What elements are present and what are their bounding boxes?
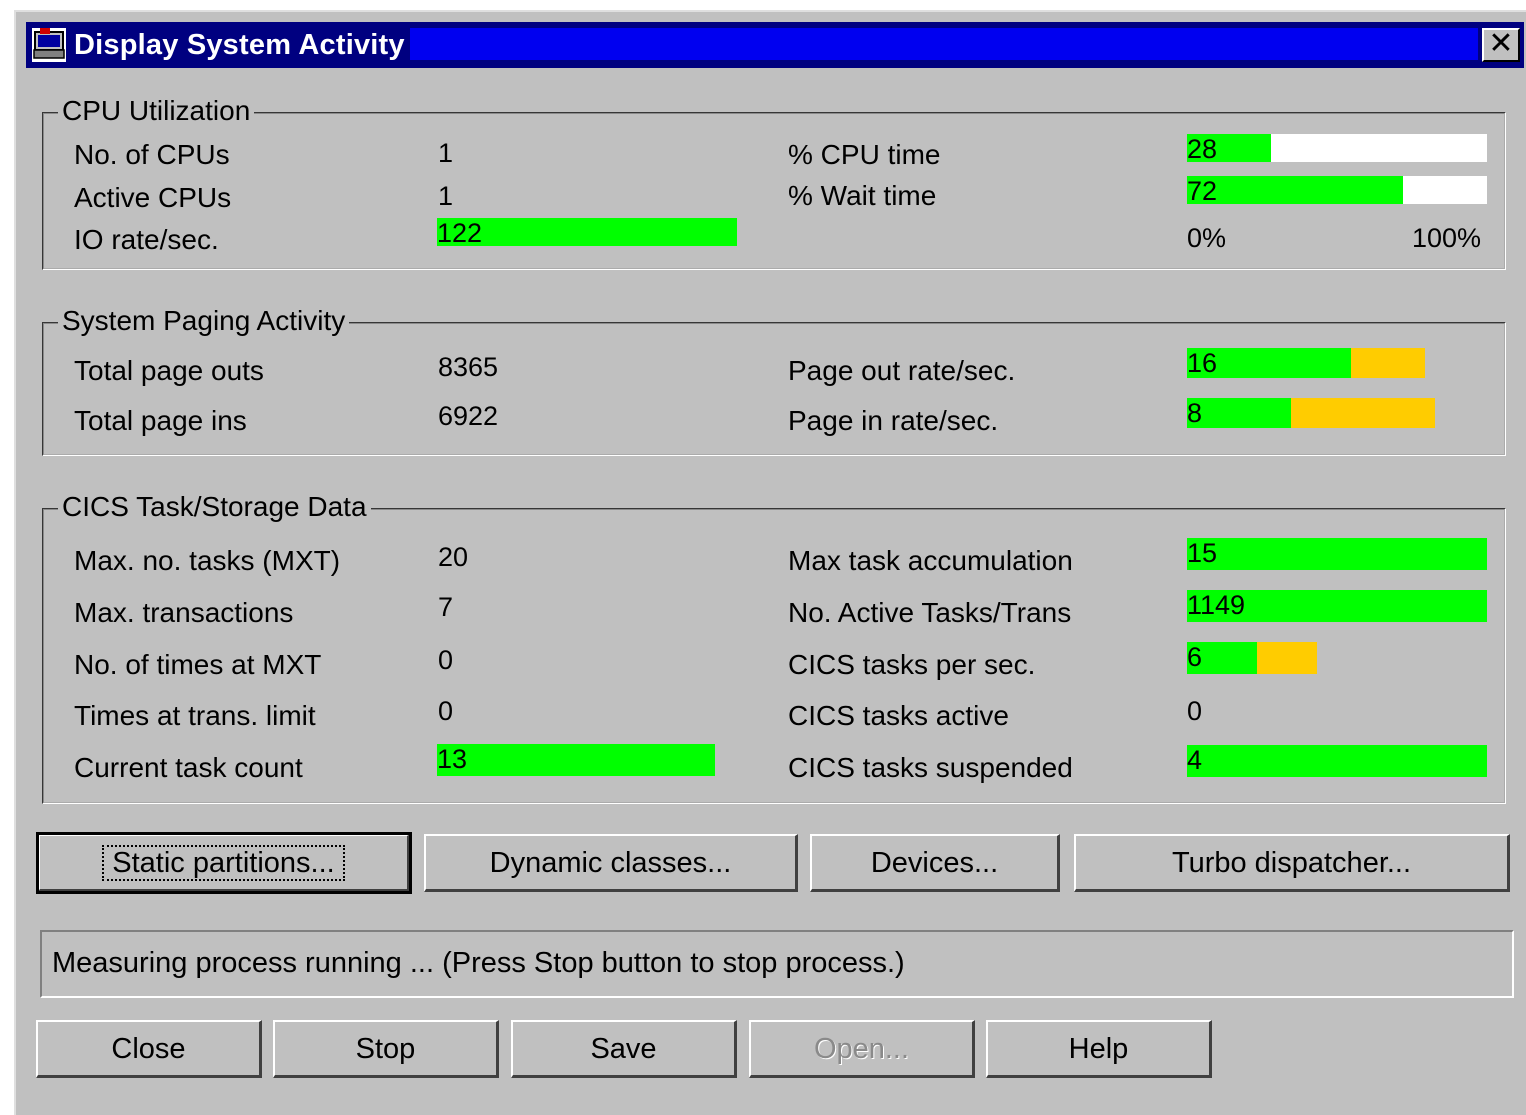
total-page-ins-value: 6922 xyxy=(438,401,499,431)
active-tasks-trans-value: 1149 xyxy=(1187,590,1246,620)
cics-tasks-active-value: 0 xyxy=(1187,696,1203,726)
wait-time-bar: 72 xyxy=(1187,176,1487,206)
system-paging-title: System Paging Activity xyxy=(58,304,350,338)
total-page-ins-label: Total page ins xyxy=(74,405,247,436)
cpu-time-value: 28 xyxy=(1187,134,1218,164)
cics-task-storage-group: CICS Task/Storage Data Max. no. tasks (M… xyxy=(42,490,1506,804)
max-task-accumulation-label: Max task accumulation xyxy=(788,545,1073,576)
total-page-outs-label: Total page outs xyxy=(74,355,264,386)
page-in-rate-label: Page in rate/sec. xyxy=(788,405,999,436)
page-out-rate-bar: 16 xyxy=(1187,348,1425,378)
dynamic-classes-button[interactable]: Dynamic classes... xyxy=(424,834,798,892)
devices-button[interactable]: Devices... xyxy=(810,834,1060,892)
cpu-time-bar: 28 xyxy=(1187,134,1487,164)
page-out-rate-value: 16 xyxy=(1187,348,1218,378)
cics-tasks-suspended-value: 4 xyxy=(1187,745,1203,775)
no-cpus-label: No. of CPUs xyxy=(74,139,230,170)
current-task-count-label: Current task count xyxy=(74,752,303,783)
app-icon[interactable] xyxy=(32,28,66,62)
scale-max-label: 100% xyxy=(1412,223,1482,253)
active-cpus-label: Active CPUs xyxy=(74,182,232,213)
open-button[interactable]: Open... xyxy=(749,1020,975,1078)
max-task-accumulation-value: 15 xyxy=(1187,538,1218,568)
current-task-count-bar: 13 xyxy=(437,744,715,776)
total-page-outs-value: 8365 xyxy=(438,352,499,382)
wait-time-fill xyxy=(1187,176,1403,204)
max-tasks-value: 20 xyxy=(438,542,469,572)
cics-tasks-suspended-bar: 4 xyxy=(1187,745,1487,777)
max-tasks-label: Max. no. tasks (MXT) xyxy=(74,545,341,576)
max-transactions-value: 7 xyxy=(438,592,454,622)
dynamic-classes-button-label: Dynamic classes... xyxy=(489,846,732,879)
help-button[interactable]: Help xyxy=(986,1020,1212,1078)
save-button-label: Save xyxy=(590,1032,657,1065)
stop-button[interactable]: Stop xyxy=(273,1020,499,1078)
page-out-rate-label: Page out rate/sec. xyxy=(788,355,1016,386)
stop-button-label: Stop xyxy=(355,1032,416,1065)
cpu-time-label: % CPU time xyxy=(788,139,941,170)
cpu-utilization-group: CPU Utilization No. of CPUs 1 Active CPU… xyxy=(42,94,1506,270)
title-bar-highlight xyxy=(410,28,1478,60)
status-message: Measuring process running ... (Press Sto… xyxy=(40,930,1514,998)
times-at-mxt-label: No. of times at MXT xyxy=(74,649,322,680)
max-task-accumulation-fill xyxy=(1187,538,1487,570)
active-cpus-value: 1 xyxy=(438,181,454,211)
current-task-count-fill xyxy=(437,744,715,776)
cics-tasks-per-sec-value: 6 xyxy=(1187,642,1203,672)
page-in-rate-bar: 8 xyxy=(1187,398,1435,428)
close-button-label: Close xyxy=(111,1032,186,1065)
cics-tasks-suspended-label: CICS tasks suspended xyxy=(788,752,1073,783)
io-rate-value: 122 xyxy=(437,218,483,248)
page-in-rate-fill xyxy=(1187,398,1292,428)
turbo-dispatcher-button[interactable]: Turbo dispatcher... xyxy=(1074,834,1510,892)
help-button-label: Help xyxy=(1068,1032,1129,1065)
cics-tasks-suspended-fill xyxy=(1187,745,1487,777)
display-system-activity-window: Display System Activity ✕ CPU Utilizatio… xyxy=(14,10,1526,1115)
title-bar[interactable]: Display System Activity ✕ xyxy=(26,22,1524,68)
page-in-rate-value: 8 xyxy=(1187,398,1203,428)
close-button[interactable]: Close xyxy=(36,1020,262,1078)
wait-time-value: 72 xyxy=(1187,176,1218,206)
max-task-accumulation-bar: 15 xyxy=(1187,538,1487,570)
cics-tasks-active-label: CICS tasks active xyxy=(788,700,1009,731)
save-button[interactable]: Save xyxy=(511,1020,737,1078)
cpu-utilization-title: CPU Utilization xyxy=(58,94,255,128)
open-button-label: Open... xyxy=(813,1032,910,1065)
cics-tasks-per-sec-label: CICS tasks per sec. xyxy=(788,649,1036,680)
times-at-trans-limit-label: Times at trans. limit xyxy=(74,700,316,731)
static-partitions-button-label: Static partitions... xyxy=(102,844,345,881)
io-rate-label: IO rate/sec. xyxy=(74,224,219,255)
times-at-mxt-value: 0 xyxy=(438,645,454,675)
active-tasks-trans-label: No. Active Tasks/Trans xyxy=(788,597,1072,628)
max-transactions-label: Max. transactions xyxy=(74,597,294,628)
cics-task-storage-title: CICS Task/Storage Data xyxy=(58,490,371,524)
current-task-count-value: 13 xyxy=(437,744,468,774)
devices-button-label: Devices... xyxy=(870,846,999,879)
turbo-dispatcher-button-label: Turbo dispatcher... xyxy=(1171,846,1412,879)
no-cpus-value: 1 xyxy=(438,138,454,168)
times-at-trans-limit-value: 0 xyxy=(438,696,454,726)
scale-min-label: 0% xyxy=(1187,223,1227,253)
io-rate-bar: 122 xyxy=(437,218,737,248)
wait-time-label: % Wait time xyxy=(788,180,937,211)
close-window-icon[interactable]: ✕ xyxy=(1482,28,1520,62)
static-partitions-button[interactable]: Static partitions... xyxy=(36,832,412,894)
cics-tasks-per-sec-bar: 6 xyxy=(1187,642,1317,674)
system-paging-group: System Paging Activity Total page outs 8… xyxy=(42,304,1506,456)
window-title: Display System Activity xyxy=(74,29,405,61)
active-tasks-trans-bar: 1149 xyxy=(1187,590,1487,622)
